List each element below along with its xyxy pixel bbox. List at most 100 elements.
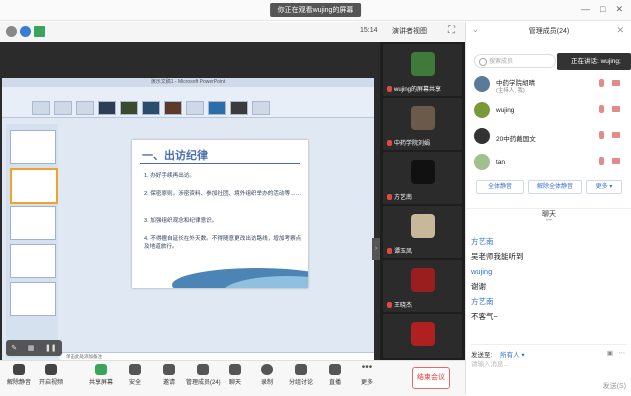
slide-bullet: 2. 保密原则。涉密资料、参加社团、境外组织举办的活动等…… — [144, 191, 302, 197]
chat-input[interactable]: 请输入消息... — [471, 358, 509, 368]
slide-thumbnail-selected[interactable] — [10, 168, 58, 204]
live-icon — [329, 364, 341, 375]
ribbon-theme — [32, 101, 50, 115]
member-search-input[interactable]: 搜索成员 — [474, 54, 556, 68]
share-icon — [95, 364, 107, 375]
video-tile[interactable] — [383, 314, 462, 358]
record-button[interactable]: 录制 — [250, 364, 284, 386]
more-members-button[interactable]: 更多 ▾ — [586, 180, 622, 194]
slide-bullet: 3. 加强组织观念和纪律意识。 — [144, 218, 218, 224]
pause-icon[interactable]: ❚❚ — [45, 344, 57, 352]
member-row[interactable]: tan — [474, 152, 624, 174]
image-icon[interactable]: ▣ — [607, 349, 613, 357]
share-mini-controls[interactable]: ✎ ▦ ❚❚ — [6, 340, 62, 356]
slide-thumbnail[interactable] — [10, 244, 56, 278]
meeting-bottom-bar: 解除静音 开启视频 共享屏幕 安全 邀请 管理成员(24) 聊天 录制 分组讨论… — [0, 360, 465, 396]
ppt-titlebar: 演示文稿1 - Microsoft PowerPoint — [2, 78, 374, 87]
minimize-icon[interactable]: — — [581, 4, 590, 15]
ppt-notes[interactable]: 单击此处添加备注 — [60, 352, 374, 360]
more-icon: ••• — [361, 362, 373, 373]
mic-muted-icon[interactable] — [599, 105, 604, 113]
grid-icon[interactable]: ▦ — [28, 344, 35, 352]
annotate-icon[interactable]: ✎ — [11, 344, 17, 352]
member-row[interactable]: 20中药戴国文 — [474, 126, 624, 148]
member-row[interactable]: 中药学院胡晴 (主持人, 我) — [474, 74, 624, 96]
meeting-time: 15:14 — [360, 27, 378, 34]
mute-all-button[interactable]: 全体静音 — [476, 180, 524, 194]
collapse-strip-icon[interactable]: › — [372, 238, 380, 260]
mic-muted-icon[interactable] — [599, 131, 604, 139]
speaker-view-button[interactable]: 演讲者视图 — [392, 26, 427, 36]
mic-muted-icon[interactable] — [599, 79, 604, 87]
info-icon[interactable] — [6, 26, 17, 37]
right-panel: ⌄ 管理成员(24) ✕ 搜索成员 正在讲话: wujing; 中药学院胡晴 (… — [465, 22, 631, 395]
video-tile[interactable]: 方艺南 — [383, 152, 462, 204]
members-icon — [197, 364, 209, 375]
video-avatar — [411, 322, 435, 346]
video-tile[interactable]: wujing的屏幕共享 — [383, 44, 462, 96]
maximize-icon[interactable]: □ — [600, 4, 605, 15]
end-meeting-button[interactable]: 结束会议 — [412, 367, 450, 389]
video-tile[interactable]: 中药学院刘娟 — [383, 98, 462, 150]
breakout-button[interactable]: 分组讨论 — [284, 364, 318, 386]
manage-members-button[interactable]: 管理成员(24) — [186, 364, 221, 386]
send-to-row: 发送至: 所有人 ▾ ▣ ⋯ — [471, 344, 627, 359]
unmute-button[interactable]: 解除静音 — [2, 364, 36, 386]
invite-icon — [163, 364, 175, 375]
video-name: 方艺南 — [387, 192, 412, 201]
ribbon-theme — [208, 101, 226, 115]
start-video-button[interactable]: 开启视频 — [34, 364, 68, 386]
ribbon-theme — [230, 101, 248, 115]
close-icon[interactable]: ✕ — [616, 25, 624, 36]
avatar — [474, 128, 490, 144]
video-tile[interactable]: 王晓杰 — [383, 260, 462, 312]
close-icon[interactable]: ✕ — [615, 4, 623, 15]
current-slide: 一、出访纪律 1. 办好手续再出访。 2. 保密原则。涉密资料、参加社团、境外组… — [132, 140, 308, 288]
send-button[interactable]: 发送(S) — [603, 381, 626, 391]
record-icon — [261, 364, 273, 375]
security-button[interactable]: 安全 — [118, 364, 152, 386]
slide-thumbnail[interactable] — [10, 130, 56, 164]
chat-message: 吴老师我能听到 — [471, 252, 524, 261]
shield-icon — [129, 364, 141, 375]
slide-heading: 一、出访纪律 — [142, 150, 208, 162]
video-avatar — [411, 214, 435, 238]
video-avatar — [411, 106, 435, 130]
slide-bullet: 4. 不得擅自延长在外天数。不得随意更改出访路线，增加考察点及地道旅行。 — [144, 236, 302, 250]
member-row[interactable]: wujing — [474, 100, 624, 122]
video-tile[interactable]: 谭玉凤 — [383, 206, 462, 258]
shared-screen: 演示文稿1 - Microsoft PowerPoint 一、出访纪律 1. 办… — [0, 42, 380, 360]
camera-off-icon[interactable] — [612, 80, 620, 86]
chat-button[interactable]: 聊天 — [218, 364, 252, 386]
resize-handle-icon[interactable]: ••• — [466, 218, 631, 224]
camera-off-icon[interactable] — [612, 106, 620, 112]
camera-off-icon[interactable] — [612, 158, 620, 164]
unmute-all-button[interactable]: 解除全体静音 — [528, 180, 582, 194]
share-screen-button[interactable]: 共享屏幕 — [84, 364, 118, 386]
screen-share-banner: 你正在观看wujing的屏幕 — [269, 3, 362, 17]
slide-bullet: 1. 办好手续再出访。 — [144, 173, 195, 179]
camera-off-icon[interactable] — [612, 132, 620, 138]
meeting-top-bar: 15:14 演讲者视图 ⛶ — [0, 22, 465, 43]
slide-thumbnail[interactable] — [10, 206, 56, 240]
slide-thumbnail[interactable] — [10, 282, 56, 316]
shield-icon[interactable] — [20, 26, 31, 37]
video-name: 谭玉凤 — [387, 246, 412, 255]
ribbon-theme — [54, 101, 72, 115]
chat-message: 不客气~ — [471, 312, 498, 321]
search-icon — [479, 58, 487, 66]
invite-button[interactable]: 邀请 — [152, 364, 186, 386]
more-button[interactable]: ••• 更多 — [350, 362, 384, 387]
powerpoint-window: 演示文稿1 - Microsoft PowerPoint 一、出访纪律 1. 办… — [2, 78, 374, 360]
chat-icon — [229, 364, 241, 375]
chat-sender: wujing — [471, 267, 493, 276]
live-button[interactable]: 直播 — [318, 364, 352, 386]
window-controls: — □ ✕ — [581, 4, 623, 15]
camera-icon — [45, 364, 57, 375]
fullscreen-icon[interactable]: ⛶ — [448, 25, 455, 36]
more-icon[interactable]: ⋯ — [619, 349, 626, 357]
mic-muted-icon[interactable] — [599, 157, 604, 165]
ribbon-theme — [98, 101, 116, 115]
video-name: 中药学院刘娟 — [387, 138, 430, 147]
chat-sender: 方艺南 — [471, 297, 494, 306]
